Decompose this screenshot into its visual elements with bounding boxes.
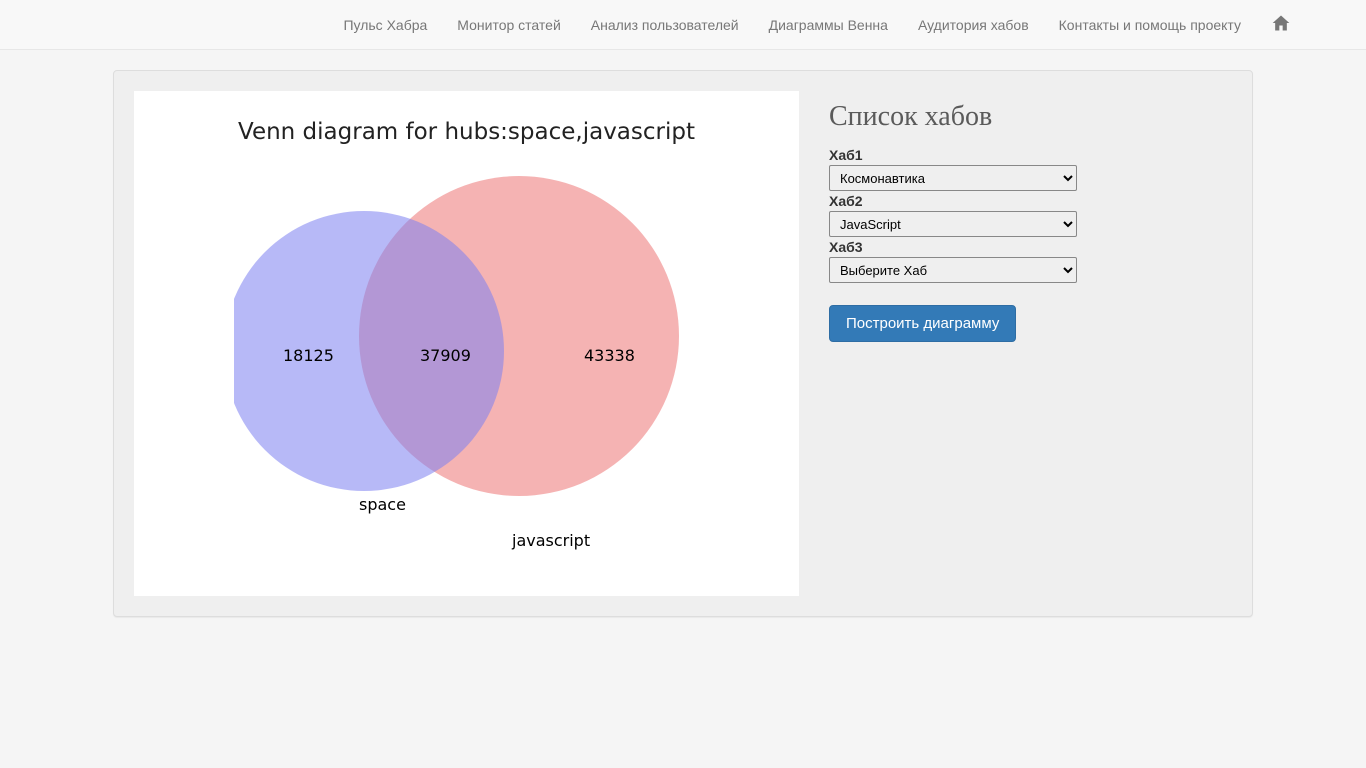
build-diagram-button[interactable]: Построить диаграмму <box>829 305 1016 342</box>
venn-chart: Venn diagram for hubs:space,javascript 1… <box>134 91 799 596</box>
sidebar: Список хабов Хаб1 Космонавтика Хаб2 Java… <box>829 91 1232 596</box>
hub2-label: Хаб2 <box>829 193 1232 209</box>
nav-users[interactable]: Анализ пользователей <box>591 17 739 33</box>
hub3-label: Хаб3 <box>829 239 1232 255</box>
nav-audience[interactable]: Аудитория хабов <box>918 17 1029 33</box>
venn-label-b: javascript <box>512 531 590 550</box>
content-row: Venn diagram for hubs:space,javascript 1… <box>134 91 1232 596</box>
hub1-label: Хаб1 <box>829 147 1232 163</box>
home-icon[interactable] <box>1271 20 1291 36</box>
nav-venn[interactable]: Диаграммы Венна <box>769 17 888 33</box>
chart-title: Venn diagram for hubs:space,javascript <box>238 119 695 145</box>
hub1-select[interactable]: Космонавтика <box>829 165 1077 191</box>
venn-value-both: 37909 <box>420 346 471 365</box>
top-navbar: Пульс Хабра Монитор статей Анализ пользо… <box>0 0 1366 50</box>
venn-value-only-a: 18125 <box>283 346 334 365</box>
nav-contact[interactable]: Контакты и помощь проекту <box>1059 17 1241 33</box>
venn-svg <box>234 161 694 581</box>
venn-value-only-b: 43338 <box>584 346 635 365</box>
hub1-group: Хаб1 Космонавтика <box>829 147 1232 191</box>
hub3-select[interactable]: Выберите Хаб <box>829 257 1077 283</box>
content-panel: Venn diagram for hubs:space,javascript 1… <box>113 70 1253 617</box>
hub3-group: Хаб3 Выберите Хаб <box>829 239 1232 283</box>
hub2-select[interactable]: JavaScript <box>829 211 1077 237</box>
nav-pulse[interactable]: Пульс Хабра <box>343 17 427 33</box>
hub2-group: Хаб2 JavaScript <box>829 193 1232 237</box>
nav-monitor[interactable]: Монитор статей <box>457 17 560 33</box>
nav-list: Пульс Хабра Монитор статей Анализ пользо… <box>328 0 1306 51</box>
sidebar-title: Список хабов <box>829 101 1232 133</box>
venn-label-a: space <box>359 495 406 514</box>
main-container: Venn diagram for hubs:space,javascript 1… <box>98 70 1268 617</box>
